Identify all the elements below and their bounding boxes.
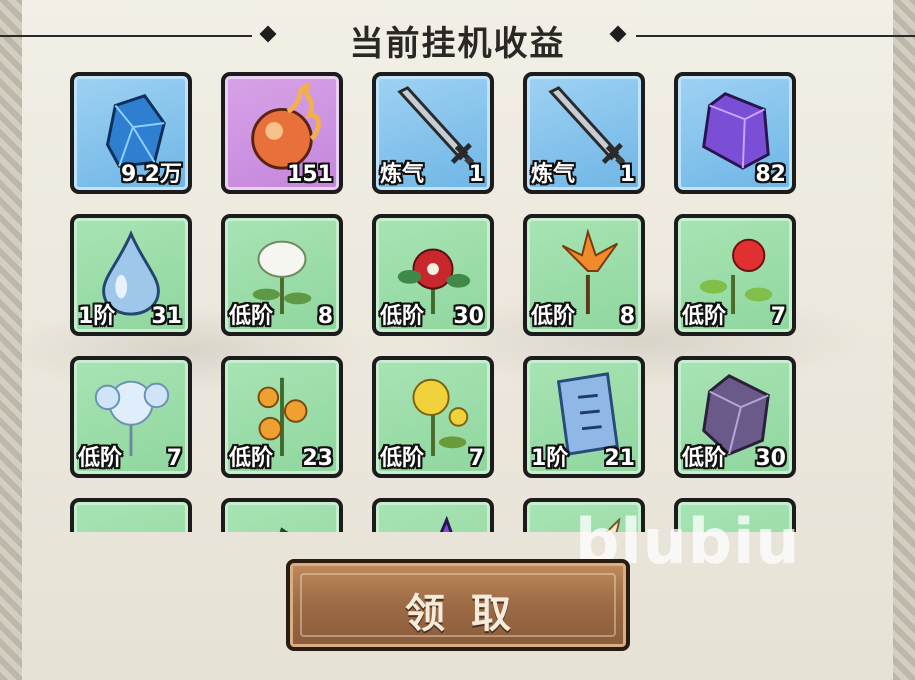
- reward-slot[interactable]: 低阶 8: [221, 214, 343, 336]
- reward-slot[interactable]: [221, 498, 343, 532]
- item-count: 1: [468, 162, 484, 187]
- header-divider-right: [636, 35, 915, 37]
- white-lotus-herb-icon: [252, 240, 312, 315]
- item-tier: 炼气: [531, 162, 576, 187]
- teal-ore-icon: [85, 510, 177, 532]
- red-flower-herb-icon: [397, 248, 471, 315]
- item-count: 30: [453, 304, 484, 329]
- item-count: 82: [755, 162, 786, 187]
- item-count: 7: [166, 446, 182, 471]
- talisman-scroll-icon: [556, 372, 619, 456]
- item-tier: 炼气: [380, 162, 425, 187]
- reward-slot[interactable]: [372, 498, 494, 532]
- page-title: 当前挂机收益: [349, 24, 566, 64]
- item-tier: 1阶: [531, 446, 569, 471]
- sword-icon: [397, 86, 479, 171]
- item-tier: 低阶: [229, 446, 274, 471]
- claim-button[interactable]: 领取: [286, 559, 630, 651]
- sword-icon: [548, 86, 630, 171]
- reward-slot[interactable]: 1阶 31: [70, 214, 192, 336]
- green-crystal-icon: [279, 527, 289, 532]
- item-count: 8: [619, 304, 635, 329]
- claim-button-label: 领取: [405, 590, 537, 637]
- reward-slot[interactable]: 低阶 30: [674, 356, 796, 478]
- item-count: 1: [619, 162, 635, 187]
- item-count: 23: [302, 446, 333, 471]
- item-tier: 低阶: [380, 446, 425, 471]
- item-count: 7: [770, 304, 786, 329]
- blue-gem-icon: [105, 94, 166, 168]
- reward-slot[interactable]: 炼气 1: [523, 72, 645, 194]
- item-tier: 低阶: [531, 304, 576, 329]
- reward-slot[interactable]: 低阶 7: [372, 356, 494, 478]
- item-count: 21: [604, 446, 635, 471]
- item-tier: 1阶: [78, 304, 116, 329]
- item-tier: 低阶: [682, 446, 727, 471]
- reward-slot[interactable]: 1阶 21: [523, 356, 645, 478]
- reward-slot[interactable]: 炼气 1: [372, 72, 494, 194]
- item-count: 30: [755, 446, 786, 471]
- reward-grid[interactable]: 9.2万 151 炼气 1 炼气 1 82 1阶 31 低阶 8 低阶 30 低阶 8 低阶…: [70, 72, 830, 532]
- item-tier: 低阶: [78, 446, 123, 471]
- red-hibiscus-herb-icon: [699, 238, 773, 315]
- reward-slot[interactable]: 低阶 7: [70, 356, 192, 478]
- right-border-decoration: [893, 0, 915, 680]
- dark-crystal-icon: [702, 374, 770, 456]
- item-count: 151: [287, 162, 333, 187]
- fire-orb-icon: [251, 84, 321, 170]
- item-tier: 低阶: [229, 304, 274, 329]
- reward-slot[interactable]: 9.2万: [70, 72, 192, 194]
- reward-slot[interactable]: 低阶 23: [221, 356, 343, 478]
- reward-slot[interactable]: 151: [221, 72, 343, 194]
- violet-shard-icon: [439, 515, 453, 532]
- purple-crystal-icon: [702, 92, 770, 170]
- item-count: 31: [151, 304, 182, 329]
- item-tier: 低阶: [380, 304, 425, 329]
- reward-slot[interactable]: 低阶 30: [372, 214, 494, 336]
- reward-slot[interactable]: 82: [674, 72, 796, 194]
- ice-flower-herb-icon: [94, 380, 170, 457]
- item-count: 8: [317, 304, 333, 329]
- panel-header: 当前挂机收益: [0, 8, 915, 64]
- orange-berry-herb-icon: [257, 377, 308, 457]
- reward-slot[interactable]: [70, 498, 192, 532]
- item-tier: 低阶: [682, 304, 727, 329]
- yellow-flower-herb-icon: [412, 378, 469, 457]
- item-count: 9.2万: [121, 162, 182, 187]
- item-count: 7: [468, 446, 484, 471]
- reward-slot[interactable]: 低阶 7: [674, 214, 796, 336]
- reward-slot[interactable]: 低阶 8: [523, 214, 645, 336]
- left-border-decoration: [0, 0, 22, 680]
- orange-flower-herb-icon: [561, 228, 619, 315]
- water-drop-icon: [102, 230, 160, 316]
